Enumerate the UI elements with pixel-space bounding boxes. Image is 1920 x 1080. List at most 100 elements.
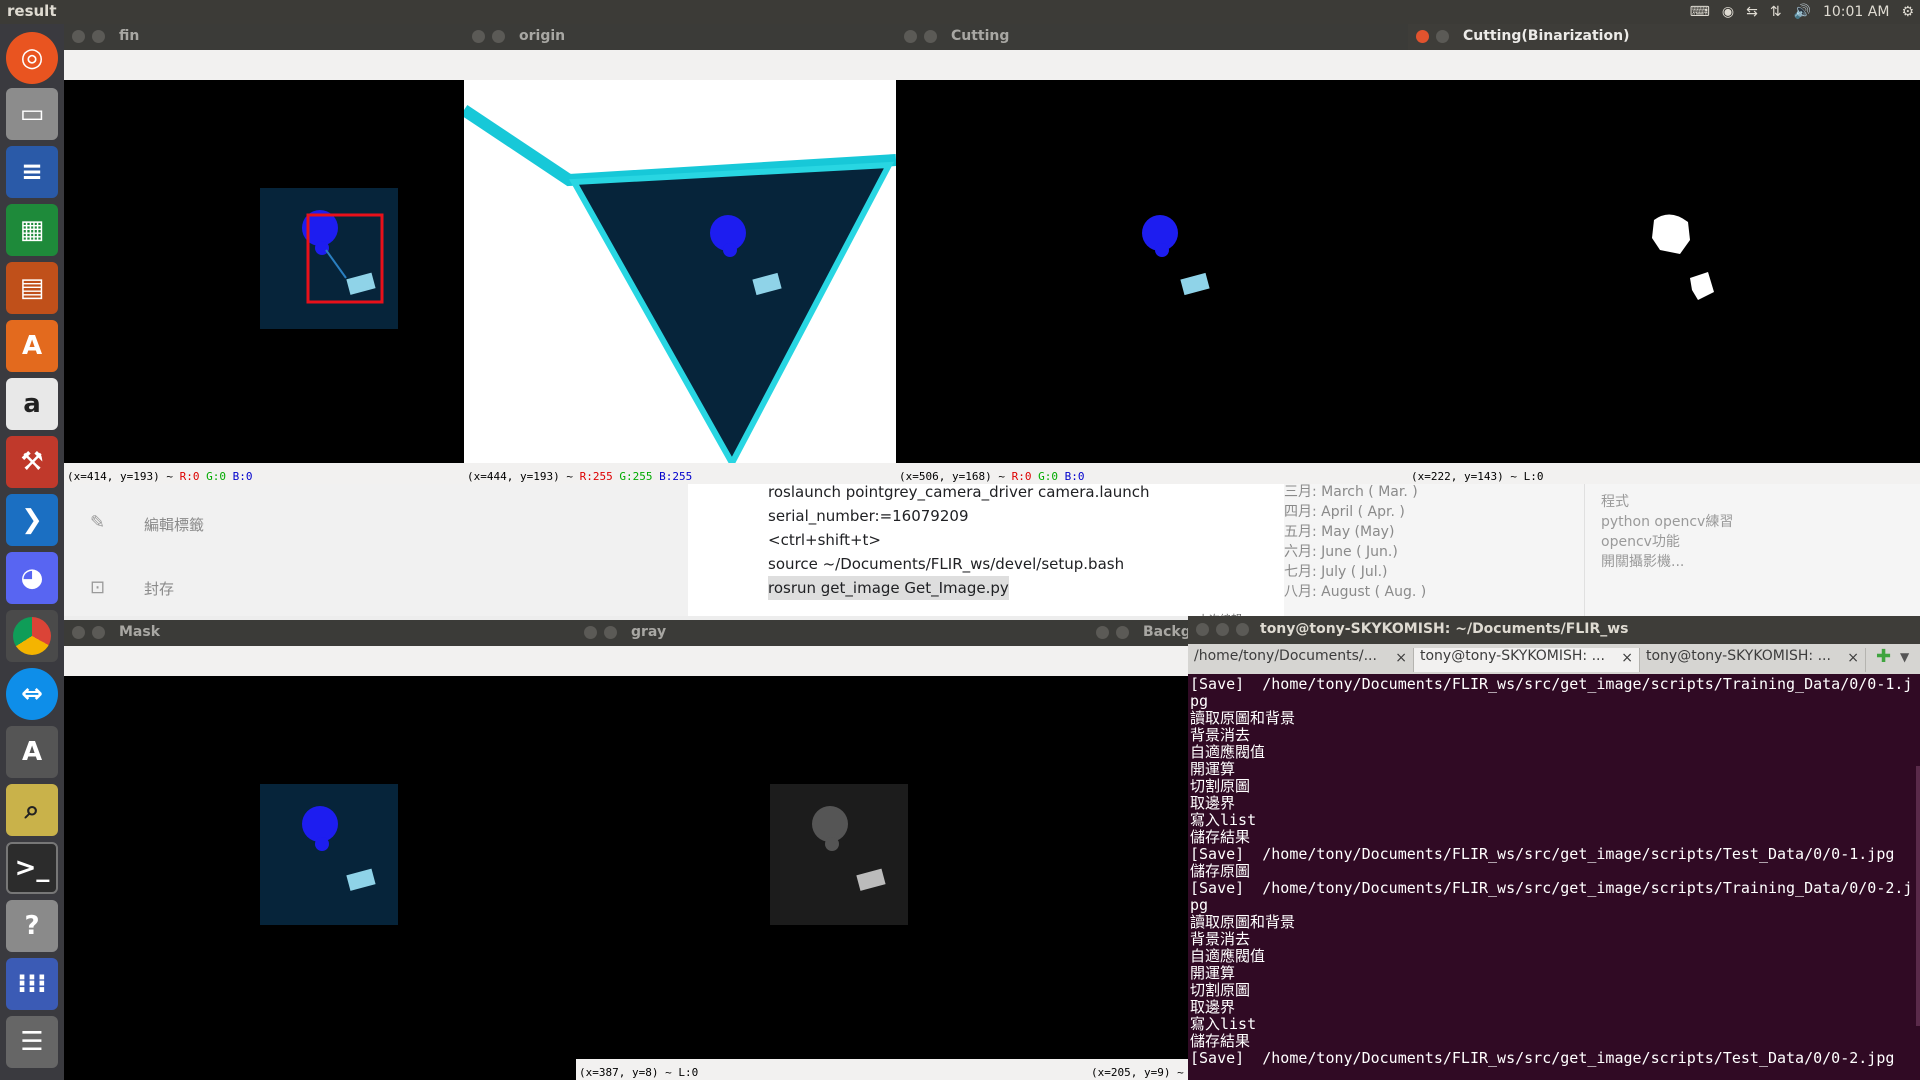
volume-icon[interactable]: 🔊 [1794,4,1811,20]
minimize-icon[interactable] [604,626,617,639]
top-panel: result ⌨ ◉ ⇆ ⇅ 🔊 10:01 AM ⚙ [0,0,1920,24]
window-gray[interactable]: gray (x=387, y=8) ~ L:0 [576,620,1088,1080]
discord-icon[interactable]: ◕ [6,552,58,604]
note-line: rosrun get_image Get_Image.py [768,576,1009,600]
titlebar[interactable]: Cutting(Binarization) [1408,24,1920,50]
minimize-icon[interactable] [492,30,505,43]
titlebar[interactable]: Mask [64,620,576,646]
new-tab-icon[interactable]: ✚ [1876,646,1891,667]
close-icon[interactable] [472,30,485,43]
terminal-line: 儲存原圖 [1190,862,1251,880]
edit-labels-link[interactable]: 編輯標籤 [144,514,204,535]
discord-tray-icon[interactable]: ◉ [1722,4,1734,20]
keyboard-icon[interactable]: ⌨ [1690,4,1710,20]
settings-icon[interactable]: ⚒ [6,436,58,488]
image-viewer-icon[interactable]: ⌕ [6,784,58,836]
impress-icon[interactable]: ▤ [6,262,58,314]
clock[interactable]: 10:01 AM [1823,4,1889,20]
ubuntu-icon[interactable]: ◎ [6,32,58,84]
image-canvas[interactable] [1408,80,1920,463]
tab-close-icon[interactable]: × [1847,650,1859,666]
terminal-line: [Save] /home/tony/Documents/FLIR_ws/src/… [1190,879,1913,897]
writer-icon[interactable]: ≡ [6,146,58,198]
chrome-icon[interactable] [6,610,58,662]
program-line: opencv功能 [1601,534,1680,550]
terminal-line: 自適應閥值 [1190,743,1266,761]
terminal-window[interactable]: tony@tony-SKYKOMISH: ~/Documents/FLIR_ws… [1188,616,1920,1080]
terminal-tab[interactable]: tony@tony-SKYKOMISH: ... × [1640,648,1866,672]
image-canvas[interactable] [1088,676,1188,1059]
vscode-icon[interactable]: ❯ [6,494,58,546]
terminal-titlebar[interactable]: tony@tony-SKYKOMISH: ~/Documents/FLIR_ws [1188,616,1920,644]
terminal-line: 自適應閥值 [1190,947,1266,965]
titlebar[interactable]: Cutting [896,24,1408,50]
minimize-icon[interactable] [924,30,937,43]
titlebar[interactable]: origin [464,24,896,50]
notes-sidebar: ✎ 編輯標籤 ⊡ 封存 [64,482,688,616]
terminal-tab[interactable]: tony@tony-SKYKOMISH: ... × [1414,648,1640,672]
window-fin[interactable]: fin (x=414, y=193) ~ R:0 G:0 B:0 [64,24,464,484]
window-mask[interactable]: Mask [64,620,576,1080]
grayscale-image [770,784,908,925]
titlebar[interactable]: Backgr [1088,620,1188,646]
amazon-icon[interactable]: a [6,378,58,430]
image-canvas[interactable] [576,676,1088,1059]
program-line: python opencv練習 [1601,514,1734,530]
image-canvas[interactable] [464,80,896,470]
window-cutting-binarization[interactable]: Cutting(Binarization) (x=222, y=143) ~ L… [1408,24,1920,484]
roi-image [260,188,398,329]
chevron-down-icon[interactable]: ▼ [1900,650,1909,664]
note-line: source ~/Documents/FLIR_ws/devel/setup.b… [768,555,1125,573]
close-icon[interactable] [1416,30,1429,43]
titlebar[interactable]: fin [64,24,464,50]
terminal-line: 切割原圖 [1190,981,1251,999]
terminal-scrollbar[interactable] [1916,766,1920,1026]
status-bar: (x=444, y=193) ~ R:255 G:255 B:255 [467,470,693,483]
close-icon[interactable] [72,30,85,43]
month-line: 四月: April ( Apr. ) [1284,504,1405,520]
software-center-icon[interactable]: A [6,320,58,372]
month-line: 八月: August ( Aug. ) [1284,584,1427,600]
active-window-title: result [7,2,57,20]
minimize-icon[interactable] [92,30,105,43]
close-icon[interactable] [904,30,917,43]
window-cutting[interactable]: Cutting (x=506, y=168) ~ R:0 G:0 B:0 [896,24,1408,484]
terminal-line: pg [1190,896,1209,914]
minimize-icon[interactable] [1116,626,1129,639]
image-canvas[interactable] [64,80,464,463]
apps-grid-icon[interactable]: ⁝⁝⁝ [6,958,58,1010]
teamviewer-icon[interactable]: ⇔ [6,668,58,720]
minimize-icon[interactable] [92,626,105,639]
files-icon[interactable]: ▭ [6,88,58,140]
teamviewer-tray-icon[interactable]: ⇆ [1746,4,1758,20]
network-icon[interactable]: ⇅ [1770,4,1782,20]
terminal-icon[interactable]: >_ [6,842,58,894]
window-title: gray [631,624,667,640]
workspaces-icon[interactable]: ☰ [6,1016,58,1068]
note-card-programs[interactable]: 程式 python opencv練習 opencv功能 開關攝影機... [1584,482,1920,616]
note-card-months[interactable]: 三月: March ( Mar. ) 四月: April ( Apr. ) 五月… [1284,482,1584,616]
image-canvas[interactable] [64,676,576,1080]
window-background[interactable]: Backgr (x=205, y=9) ~ L [1088,620,1188,1080]
help-icon[interactable]: ? [6,900,58,952]
note-card-commands[interactable]: roslaunch pointgrey_camera_driver camera… [688,480,1348,626]
updater-icon[interactable]: A [6,726,58,778]
calc-icon[interactable]: ▦ [6,204,58,256]
close-icon[interactable] [584,626,597,639]
maximize-icon[interactable] [1236,623,1249,636]
minimize-icon[interactable] [1436,30,1449,43]
window-origin[interactable]: origin (x=444, y=193) ~ R:255 G:255 B:25… [464,24,896,484]
close-icon[interactable] [72,626,85,639]
image-canvas[interactable] [896,80,1408,463]
close-icon[interactable] [1196,623,1209,636]
window-title: Cutting [951,28,1010,44]
tab-close-icon[interactable]: × [1621,650,1633,666]
minimize-icon[interactable] [1216,623,1229,636]
terminal-tab[interactable]: /home/tony/Documents/... × [1188,648,1414,672]
note-body: roslaunch pointgrey_camera_driver camera… [768,480,1348,600]
gear-icon[interactable]: ⚙ [1901,4,1914,20]
close-icon[interactable] [1096,626,1109,639]
titlebar[interactable]: gray [576,620,1088,646]
tab-close-icon[interactable]: × [1395,650,1407,666]
archive-link[interactable]: 封存 [144,578,174,599]
